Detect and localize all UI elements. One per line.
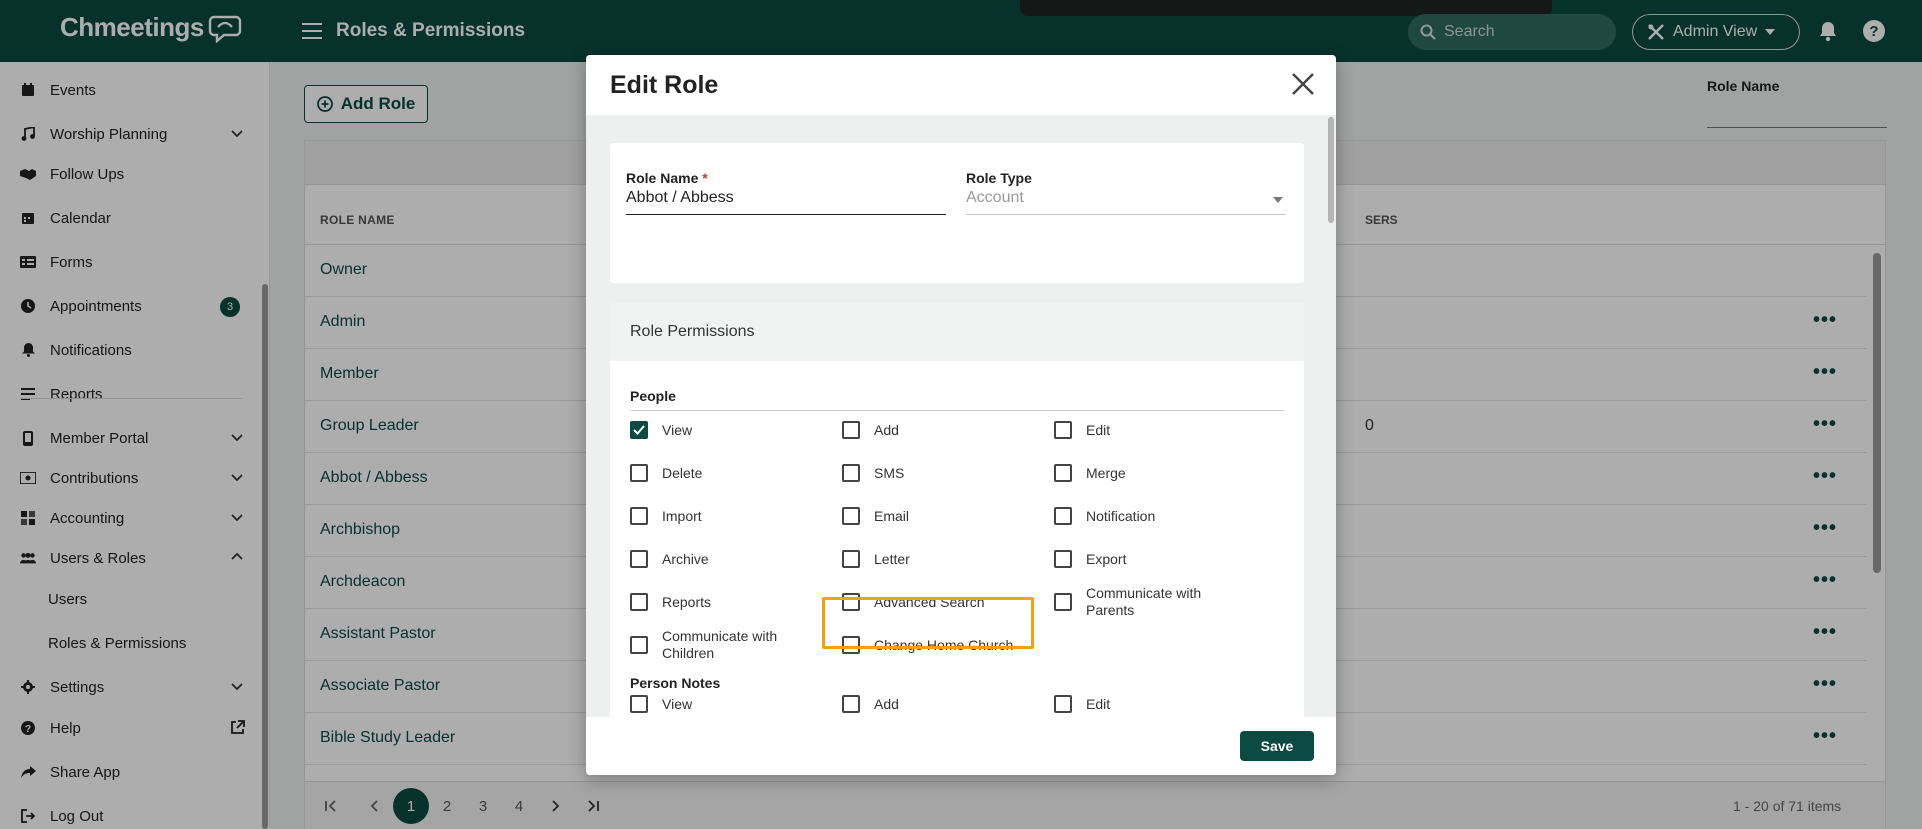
check-icon bbox=[633, 425, 645, 435]
role-name-input[interactable]: Abbot / Abbess bbox=[626, 189, 734, 207]
checkbox[interactable] bbox=[630, 636, 648, 654]
highlight-box bbox=[822, 597, 1034, 649]
checkbox[interactable] bbox=[842, 421, 860, 439]
perm-people-delete[interactable]: Delete bbox=[630, 464, 832, 482]
dialog-footer: Save bbox=[586, 717, 1336, 775]
permissions-title: Role Permissions bbox=[630, 323, 755, 340]
save-button[interactable]: Save bbox=[1240, 731, 1314, 761]
edit-role-dialog: Edit Role Role Name * Abbot / Abbess Rol… bbox=[586, 55, 1336, 775]
perm-people-export[interactable]: Export bbox=[1054, 550, 1256, 568]
perm-label: Merge bbox=[1086, 464, 1126, 481]
perm-label: Notification bbox=[1086, 507, 1156, 524]
perm-label: Edit bbox=[1086, 421, 1111, 438]
perm-people-archive[interactable]: Archive bbox=[630, 550, 832, 568]
perm-label: SMS bbox=[874, 464, 905, 481]
role-type-underline bbox=[966, 214, 1286, 215]
dialog-header: Edit Role bbox=[586, 55, 1336, 115]
perm-notes-edit[interactable]: Edit bbox=[1054, 695, 1256, 713]
role-name-label: Role Name * bbox=[626, 170, 708, 186]
perm-people-communicate-with-children[interactable]: Communicate with Children bbox=[630, 628, 812, 662]
perm-people-sms[interactable]: SMS bbox=[842, 464, 1044, 482]
checkbox[interactable] bbox=[1054, 550, 1072, 568]
required-mark: * bbox=[702, 170, 708, 186]
section-title-people: People bbox=[630, 388, 676, 404]
perm-notes-view[interactable]: View bbox=[630, 695, 832, 713]
perm-label: Edit bbox=[1086, 695, 1111, 712]
perm-people-view[interactable]: View bbox=[630, 421, 832, 439]
section-divider bbox=[630, 410, 1284, 411]
perm-label: Delete bbox=[662, 464, 703, 481]
perm-label: Archive bbox=[662, 550, 709, 567]
perm-label: View bbox=[662, 695, 693, 712]
checkbox[interactable] bbox=[842, 550, 860, 568]
perm-people-email[interactable]: Email bbox=[842, 507, 1044, 525]
permissions-header: Role Permissions bbox=[610, 303, 1304, 361]
perm-people-communicate-with-parents[interactable]: Communicate with Parents bbox=[1054, 585, 1236, 619]
perm-notes-add[interactable]: Add bbox=[842, 695, 1044, 713]
perm-label: View bbox=[662, 421, 693, 438]
role-permissions-card: Role Permissions People View Add Edit De… bbox=[610, 303, 1304, 717]
perm-label: Reports bbox=[662, 593, 712, 610]
role-name-label-text: Role Name bbox=[626, 170, 699, 186]
checkbox[interactable] bbox=[1054, 421, 1072, 439]
perm-people-import[interactable]: Import bbox=[630, 507, 832, 525]
checkbox[interactable] bbox=[842, 695, 860, 713]
checkbox[interactable] bbox=[842, 507, 860, 525]
checkbox[interactable] bbox=[630, 550, 648, 568]
role-type-select[interactable]: Account bbox=[966, 189, 1024, 207]
perm-people-notification[interactable]: Notification bbox=[1054, 507, 1256, 525]
perm-label: Communicate with Parents bbox=[1086, 585, 1202, 618]
perm-people-reports[interactable]: Reports bbox=[630, 593, 832, 611]
checkbox[interactable] bbox=[630, 507, 648, 525]
perm-label: Communicate with Children bbox=[662, 628, 778, 661]
section-title-person-notes: Person Notes bbox=[630, 675, 721, 691]
role-details-card: Role Name * Abbot / Abbess Role Type Acc… bbox=[610, 143, 1304, 283]
checkbox[interactable] bbox=[630, 464, 648, 482]
dialog-title: Edit Role bbox=[610, 71, 719, 99]
role-type-label: Role Type bbox=[966, 170, 1032, 186]
checkbox[interactable] bbox=[1054, 464, 1072, 482]
checkbox[interactable] bbox=[1054, 593, 1072, 611]
perm-label: Import bbox=[662, 507, 702, 524]
perm-label: Add bbox=[874, 421, 899, 438]
perm-people-letter[interactable]: Letter bbox=[842, 550, 1044, 568]
checkbox[interactable] bbox=[1054, 507, 1072, 525]
checkbox[interactable] bbox=[1054, 695, 1072, 713]
checkbox[interactable] bbox=[630, 593, 648, 611]
role-name-underline bbox=[626, 214, 946, 215]
perm-label: Letter bbox=[874, 550, 910, 567]
close-icon[interactable] bbox=[1290, 71, 1316, 97]
checkbox[interactable] bbox=[842, 464, 860, 482]
perm-label: Add bbox=[874, 695, 899, 712]
checkbox-checked[interactable] bbox=[630, 421, 648, 439]
caret-down-icon bbox=[1273, 197, 1283, 203]
perm-label: Export bbox=[1086, 550, 1127, 567]
perm-people-edit[interactable]: Edit bbox=[1054, 421, 1256, 439]
dialog-scrollbar[interactable] bbox=[1328, 117, 1334, 223]
perm-people-merge[interactable]: Merge bbox=[1054, 464, 1256, 482]
checkbox[interactable] bbox=[630, 695, 648, 713]
perm-label: Email bbox=[874, 507, 910, 524]
perm-people-add[interactable]: Add bbox=[842, 421, 1044, 439]
